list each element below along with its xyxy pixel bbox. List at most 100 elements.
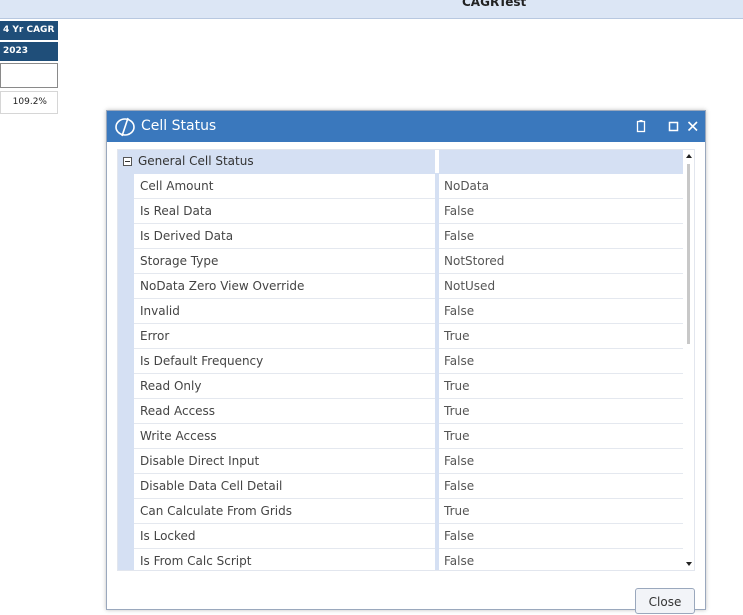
property-name: Invalid bbox=[140, 304, 180, 318]
close-button[interactable]: Close bbox=[635, 588, 695, 614]
row-indent bbox=[118, 198, 134, 224]
property-value: False bbox=[444, 354, 475, 368]
property-name: Disable Direct Input bbox=[140, 454, 260, 468]
grid-cell-empty[interactable] bbox=[0, 63, 58, 88]
property-row[interactable]: Error True bbox=[118, 323, 683, 349]
property-row[interactable]: Is Real Data False bbox=[118, 198, 683, 224]
column-divider[interactable] bbox=[435, 423, 439, 449]
property-value: False bbox=[444, 454, 475, 468]
row-indent bbox=[118, 423, 134, 449]
property-value: False bbox=[444, 304, 475, 318]
property-row[interactable]: Write Access True bbox=[118, 423, 683, 449]
property-value: True bbox=[444, 504, 470, 518]
column-divider[interactable] bbox=[435, 248, 439, 274]
property-row[interactable]: Is Derived Data False bbox=[118, 223, 683, 249]
column-divider[interactable] bbox=[435, 448, 439, 474]
property-name: NoData Zero View Override bbox=[140, 279, 305, 293]
row-indent bbox=[118, 523, 134, 549]
property-row[interactable]: Is Default Frequency False bbox=[118, 348, 683, 374]
vertical-scrollbar[interactable] bbox=[683, 150, 694, 570]
property-row[interactable]: Storage Type NotStored bbox=[118, 248, 683, 274]
column-divider[interactable] bbox=[435, 398, 439, 424]
row-indent bbox=[118, 323, 134, 349]
property-name: Error bbox=[140, 329, 170, 343]
property-row[interactable]: Can Calculate From Grids True bbox=[118, 498, 683, 524]
property-name: Is Default Frequency bbox=[140, 354, 264, 368]
property-name: Is Derived Data bbox=[140, 229, 234, 243]
property-rows: Cell Amount NoData Is Real Data False Is Der… bbox=[118, 173, 683, 570]
property-row[interactable]: Cell Amount NoData bbox=[118, 173, 683, 199]
row-indent bbox=[118, 498, 134, 524]
grid-cell-value[interactable]: 109.2% bbox=[0, 91, 58, 114]
dialog-title: Cell Status bbox=[141, 118, 217, 134]
property-name: Is Locked bbox=[140, 529, 196, 543]
cell-status-dialog: Cell Status General Cell Status Cell Amo… bbox=[106, 110, 706, 614]
category-label: General Cell Status bbox=[138, 154, 254, 168]
property-name: Is Real Data bbox=[140, 204, 212, 218]
row-indent bbox=[118, 273, 134, 299]
row-indent bbox=[118, 448, 134, 474]
row-indent bbox=[118, 248, 134, 274]
row-indent bbox=[118, 298, 134, 324]
close-icon[interactable] bbox=[686, 119, 700, 133]
maximize-icon[interactable] bbox=[667, 119, 681, 133]
property-value: False bbox=[444, 204, 475, 218]
column-divider[interactable] bbox=[435, 173, 439, 199]
app-logo-icon bbox=[115, 117, 135, 137]
column-divider[interactable] bbox=[435, 523, 439, 549]
property-row[interactable]: Is From Calc Script False bbox=[118, 548, 683, 570]
property-name: Cell Amount bbox=[140, 179, 214, 193]
column-divider[interactable] bbox=[435, 298, 439, 324]
property-row[interactable]: Read Only True bbox=[118, 373, 683, 399]
column-divider[interactable] bbox=[435, 498, 439, 524]
clipboard-icon[interactable] bbox=[634, 119, 648, 133]
property-row[interactable]: Disable Data Cell Detail False bbox=[118, 473, 683, 499]
property-name: Is From Calc Script bbox=[140, 554, 252, 568]
property-value: True bbox=[444, 404, 470, 418]
property-name: Read Access bbox=[140, 404, 216, 418]
column-divider[interactable] bbox=[435, 473, 439, 499]
column-header-cagr[interactable]: 4 Yr CAGR bbox=[0, 21, 58, 40]
sheet-title: CAGRTest bbox=[462, 0, 527, 9]
scroll-down-icon[interactable] bbox=[686, 562, 692, 566]
property-value: True bbox=[444, 429, 470, 443]
column-divider[interactable] bbox=[435, 373, 439, 399]
property-value: False bbox=[444, 479, 475, 493]
scroll-up-icon[interactable] bbox=[686, 154, 692, 158]
row-indent bbox=[118, 548, 134, 570]
property-value: NoData bbox=[444, 179, 489, 193]
column-divider[interactable] bbox=[435, 198, 439, 224]
property-row[interactable]: NoData Zero View Override NotUsed bbox=[118, 273, 683, 299]
property-row[interactable]: Is Locked False bbox=[118, 523, 683, 549]
row-indent bbox=[118, 223, 134, 249]
property-value: False bbox=[444, 229, 475, 243]
property-name: Read Only bbox=[140, 379, 202, 393]
property-grid[interactable]: General Cell Status Cell Amount NoData Is … bbox=[117, 149, 695, 571]
row-indent bbox=[118, 373, 134, 399]
property-value: NotUsed bbox=[444, 279, 496, 293]
dialog-title-bar[interactable]: Cell Status bbox=[107, 111, 705, 142]
row-indent bbox=[118, 173, 134, 199]
column-divider bbox=[435, 150, 439, 174]
property-value: True bbox=[444, 379, 470, 393]
property-name: Write Access bbox=[140, 429, 217, 443]
collapse-icon[interactable] bbox=[123, 157, 132, 166]
property-value: False bbox=[444, 554, 475, 568]
column-divider[interactable] bbox=[435, 348, 439, 374]
scroll-thumb[interactable] bbox=[687, 164, 690, 344]
property-row[interactable]: Read Access True bbox=[118, 398, 683, 424]
row-indent bbox=[118, 473, 134, 499]
property-row[interactable]: Invalid False bbox=[118, 298, 683, 324]
property-value: True bbox=[444, 329, 470, 343]
column-divider[interactable] bbox=[435, 548, 439, 570]
property-value: NotStored bbox=[444, 254, 505, 268]
property-name: Can Calculate From Grids bbox=[140, 504, 292, 518]
column-divider[interactable] bbox=[435, 223, 439, 249]
row-indent bbox=[118, 348, 134, 374]
row-indent bbox=[118, 398, 134, 424]
column-header-year[interactable]: 2023 bbox=[0, 42, 58, 61]
column-divider[interactable] bbox=[435, 273, 439, 299]
column-divider[interactable] bbox=[435, 323, 439, 349]
property-row[interactable]: Disable Direct Input False bbox=[118, 448, 683, 474]
category-row[interactable]: General Cell Status bbox=[118, 150, 683, 174]
